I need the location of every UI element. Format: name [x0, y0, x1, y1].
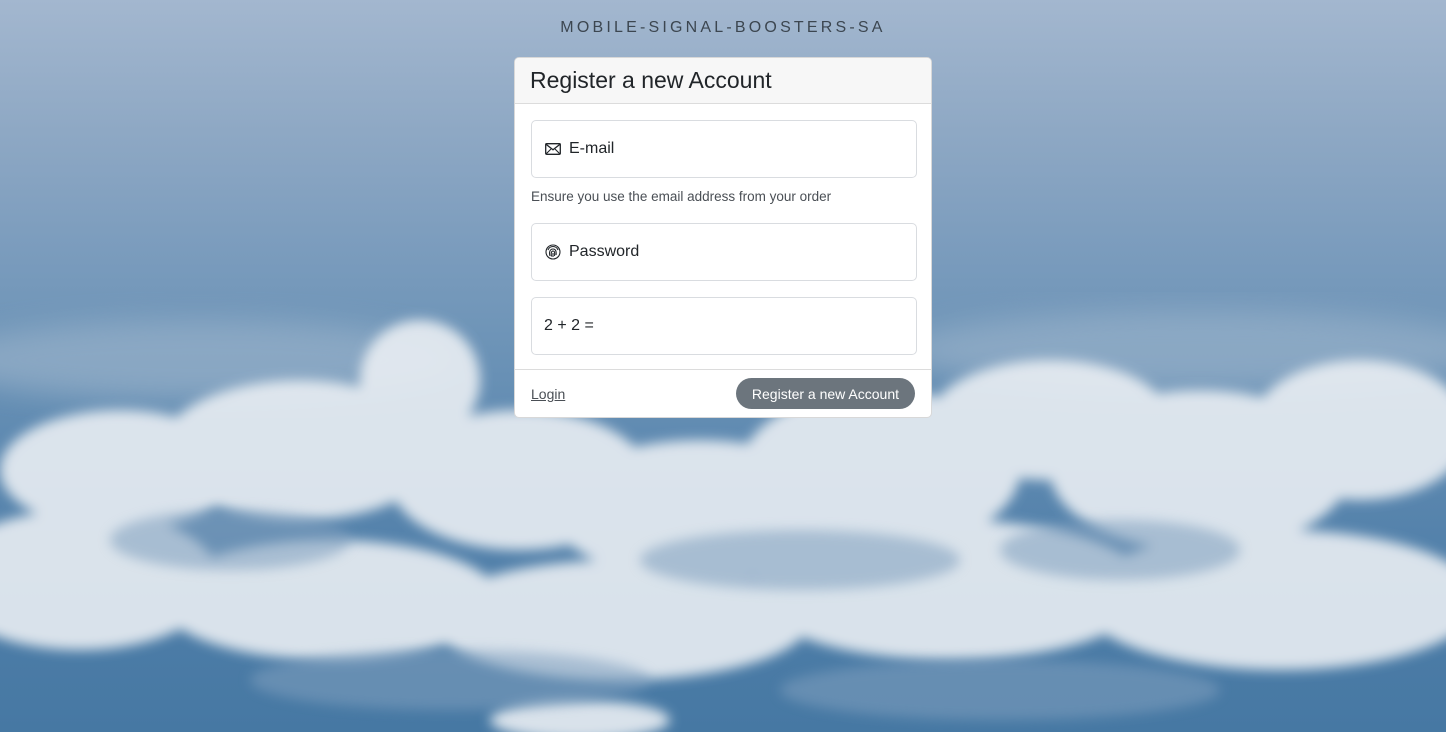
card-body: E-mail Ensure you use the email address … — [515, 104, 931, 355]
login-link[interactable]: Login — [531, 386, 565, 402]
fingerprint-icon — [544, 244, 561, 261]
card-footer: Login Register a new Account — [515, 369, 931, 417]
email-field[interactable]: E-mail — [531, 120, 917, 178]
site-title: MOBILE-SIGNAL-BOOSTERS-SA — [560, 19, 886, 36]
password-label: Password — [569, 243, 640, 260]
password-field[interactable]: Password — [531, 223, 917, 281]
captcha-label: 2 + 2 = — [544, 317, 594, 334]
email-label: E-mail — [569, 140, 615, 157]
register-card: Register a new Account E-mail Ensure you… — [514, 57, 932, 418]
card-header: Register a new Account — [515, 58, 931, 104]
captcha-field[interactable]: 2 + 2 = — [531, 297, 917, 355]
register-button[interactable]: Register a new Account — [735, 378, 915, 409]
card-title: Register a new Account — [530, 67, 772, 93]
email-help-text: Ensure you use the email address from yo… — [531, 189, 832, 204]
envelope-icon — [544, 141, 561, 158]
